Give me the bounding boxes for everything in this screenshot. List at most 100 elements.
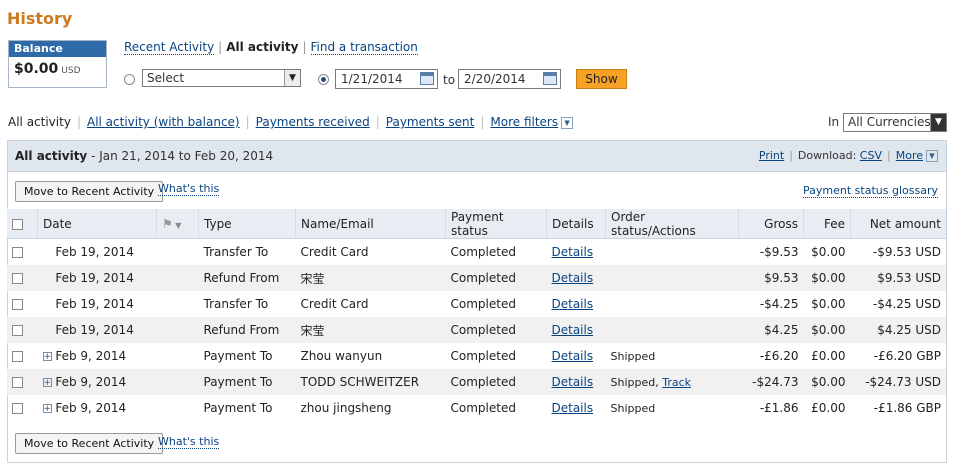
to-label: to <box>443 73 456 87</box>
table-row: Feb 19, 2014 Refund From 宋莹 Completed Detail… <box>7 265 946 291</box>
select-all-checkbox[interactable] <box>12 218 23 230</box>
row-fee: £0.00 <box>811 349 846 363</box>
date-range-radio[interactable] <box>318 74 329 85</box>
print-link[interactable]: Print <box>759 149 784 162</box>
more-filters-link[interactable]: More filters <box>490 115 558 129</box>
view-links: Recent Activity | All activity | Find a tran… <box>124 40 418 55</box>
row-checkbox[interactable] <box>12 377 23 388</box>
row-track-link[interactable]: Track <box>662 376 691 389</box>
row-name: Credit Card <box>300 245 369 259</box>
chevron-down-icon[interactable]: ▼ <box>561 116 574 129</box>
date-header[interactable]: Date <box>37 209 157 239</box>
row-type: Transfer To <box>203 245 269 259</box>
row-gross: $4.25 <box>738 317 804 343</box>
date-to-value: 2/20/2014 <box>464 72 526 86</box>
table-row: Feb 19, 2014 Transfer To Credit Card Comple… <box>7 291 946 317</box>
row-status: Completed <box>450 401 516 415</box>
currency-value: All Currencies <box>848 115 931 129</box>
csv-link[interactable]: CSV <box>860 149 882 162</box>
calendar-icon[interactable] <box>420 72 434 85</box>
row-order-status: Shipped <box>610 401 656 415</box>
move-to-recent-button-top[interactable]: Move to Recent Activity <box>15 181 164 202</box>
status-header[interactable]: Payment status <box>445 209 547 239</box>
row-status: Completed <box>450 245 516 259</box>
row-checkbox[interactable] <box>12 299 23 310</box>
filter-payments-received-link[interactable]: Payments received <box>256 115 370 129</box>
row-details-link[interactable]: Details <box>552 401 594 415</box>
all-activity-current: All activity <box>226 40 299 54</box>
balance-amount: $0.00 <box>14 61 59 77</box>
row-type: Refund From <box>198 265 296 291</box>
expand-icon[interactable]: + <box>42 378 52 388</box>
whats-this-link-top[interactable]: What's this <box>158 182 220 196</box>
row-date: Feb 19, 2014 <box>55 323 134 337</box>
row-checkbox[interactable] <box>12 351 23 362</box>
row-checkbox[interactable] <box>12 403 23 414</box>
row-details-link[interactable]: Details <box>552 245 594 259</box>
row-checkbox[interactable] <box>12 247 23 258</box>
select-dropdown[interactable]: Select ▼ <box>142 69 301 87</box>
chevron-down-icon: ▼ <box>284 70 300 86</box>
row-fee: $0.00 <box>811 297 846 311</box>
row-date: Feb 9, 2014 <box>55 349 127 363</box>
row-gross: -£6.20 <box>759 349 799 363</box>
row-status: Completed <box>445 369 547 395</box>
type-header[interactable]: Type <box>198 209 296 239</box>
show-button[interactable]: Show <box>576 69 627 89</box>
date-from-input[interactable]: 1/21/2014 <box>335 69 438 89</box>
row-date: Feb 19, 2014 <box>55 271 134 285</box>
find-transaction-link[interactable]: Find a transaction <box>310 40 418 55</box>
payment-status-glossary-link[interactable]: Payment status glossary <box>803 184 938 198</box>
expand-icon[interactable]: + <box>42 404 52 414</box>
row-gross: -£1.86 <box>759 401 799 415</box>
order-header: Order status/Actions <box>605 209 739 239</box>
expand-icon[interactable]: + <box>42 352 52 362</box>
table-row: + Feb 9, 2014 Payment To zhou jingsheng Com… <box>7 395 946 421</box>
calendar-icon[interactable] <box>543 72 557 85</box>
row-details-link[interactable]: Details <box>552 297 594 311</box>
filter-all-balance-link[interactable]: All activity (with balance) <box>87 115 240 129</box>
details-header: Details <box>546 209 606 239</box>
move-to-recent-button-bottom[interactable]: Move to Recent Activity <box>15 433 164 454</box>
chevron-down-icon[interactable]: ▼ <box>926 150 938 162</box>
row-name: 宋莹 <box>295 265 446 291</box>
row-details-link[interactable]: Details <box>552 349 594 363</box>
more-link[interactable]: More <box>896 149 923 162</box>
row-name: zhou jingsheng <box>300 401 392 415</box>
table-row: + Feb 9, 2014 Payment To Zhou wanyun Comple… <box>7 343 946 369</box>
gross-header[interactable]: Gross <box>738 209 804 239</box>
row-fee: $0.00 <box>803 265 851 291</box>
panel-title: All activity <box>15 149 88 163</box>
row-name: Zhou wanyun <box>300 349 383 363</box>
filter-all-activity: All activity <box>8 115 71 129</box>
row-date: Feb 9, 2014 <box>55 401 127 415</box>
row-name: TODD SCHWEITZER <box>295 369 446 395</box>
whats-this-link-bottom[interactable]: What's this <box>158 435 220 449</box>
row-checkbox[interactable] <box>12 273 23 284</box>
select-all-header <box>7 209 38 239</box>
fee-header[interactable]: Fee <box>803 209 851 239</box>
row-checkbox[interactable] <box>12 325 23 336</box>
net-header[interactable]: Net amount <box>850 209 946 239</box>
row-fee: $0.00 <box>803 317 851 343</box>
row-order-status: Shipped, <box>610 375 659 389</box>
currency-select[interactable]: All Currencies ▼ <box>843 113 947 132</box>
row-type: Payment To <box>203 401 273 415</box>
row-net: -£1.86 GBP <box>873 401 941 415</box>
row-details-link[interactable]: Details <box>552 323 594 337</box>
row-type: Payment To <box>198 369 296 395</box>
flag-header[interactable]: ⚑ ▼ <box>156 209 199 239</box>
row-details-link[interactable]: Details <box>552 271 594 285</box>
balance-currency: USD <box>61 66 81 76</box>
table-row: + Feb 9, 2014 Payment To TODD SCHWEITZER Co… <box>7 369 946 395</box>
recent-activity-link[interactable]: Recent Activity <box>124 40 215 55</box>
date-to-input[interactable]: 2/20/2014 <box>458 69 561 89</box>
row-net: -$4.25 USD <box>872 297 941 311</box>
row-net: -$9.53 USD <box>872 245 941 259</box>
row-details-link[interactable]: Details <box>552 375 594 389</box>
filter-payments-sent-link[interactable]: Payments sent <box>386 115 475 129</box>
row-fee: $0.00 <box>811 245 846 259</box>
select-radio[interactable] <box>124 74 135 85</box>
row-gross: -$9.53 <box>759 245 799 259</box>
name-header[interactable]: Name/Email <box>295 209 446 239</box>
